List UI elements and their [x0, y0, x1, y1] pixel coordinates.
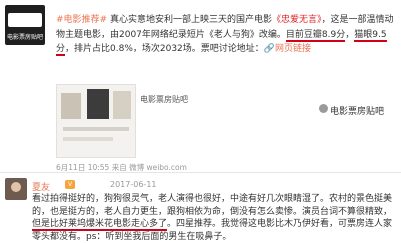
- avatar-face-icon: [11, 182, 21, 192]
- text-line-placeholder: [63, 137, 113, 141]
- text-segment: 但是比好莱坞爆米花电影走心多了: [32, 219, 168, 231]
- hashtag-link[interactable]: #电影推荐#: [56, 15, 107, 25]
- avatar[interactable]: 电影票房贴吧: [5, 5, 45, 45]
- avatar[interactable]: [5, 178, 27, 200]
- vip-badge-icon: V: [65, 180, 75, 189]
- brand-logo-icon: [8, 13, 42, 27]
- avatar-label: 电影票房贴吧: [6, 34, 43, 41]
- comment-text: 看过拍得挺好的，狗狗很灵气，老人演得也很好，中途有好几次眼睛湿了。农村的景色挺美…: [32, 193, 398, 243]
- post-text: #电影推荐# 真心实意地安利一部上映三天的国产电影《忠爱无言》，这是一部温情动物…: [56, 13, 396, 57]
- username[interactable]: 夏友: [32, 180, 50, 193]
- photo-thumb: [61, 93, 81, 119]
- photo-thumb: [87, 89, 109, 119]
- timestamp: 2017-06-11: [110, 180, 157, 189]
- text-segment: 目前豆瓣8.9分: [285, 29, 346, 42]
- brand-logo-icon: [319, 104, 328, 113]
- web-link[interactable]: 🔗网页链接: [264, 44, 311, 54]
- text-segment: 真心实意地安利一部上映三天的国产电影: [107, 15, 272, 25]
- shared-image[interactable]: [56, 84, 136, 158]
- brand-name[interactable]: 电影票房贴吧: [330, 104, 384, 117]
- photo-thumb: [113, 91, 131, 119]
- text-segment: 拍得挺好的，狗狗很灵气，老人演得也很好，中途有好几次眼睛湿了。农村的景色挺美的，…: [32, 194, 393, 217]
- text-segment: 《忠爱无言》: [271, 15, 322, 25]
- text-line-placeholder: [63, 127, 129, 131]
- divider: [0, 172, 401, 173]
- text-segment: ，: [345, 29, 355, 40]
- text-segment: ，排片占比0.8%，场次2032场。票吧讨论地址：: [65, 44, 264, 54]
- share-card-title[interactable]: 电影票房贴吧: [140, 94, 188, 105]
- text-segment: 看过: [32, 194, 51, 204]
